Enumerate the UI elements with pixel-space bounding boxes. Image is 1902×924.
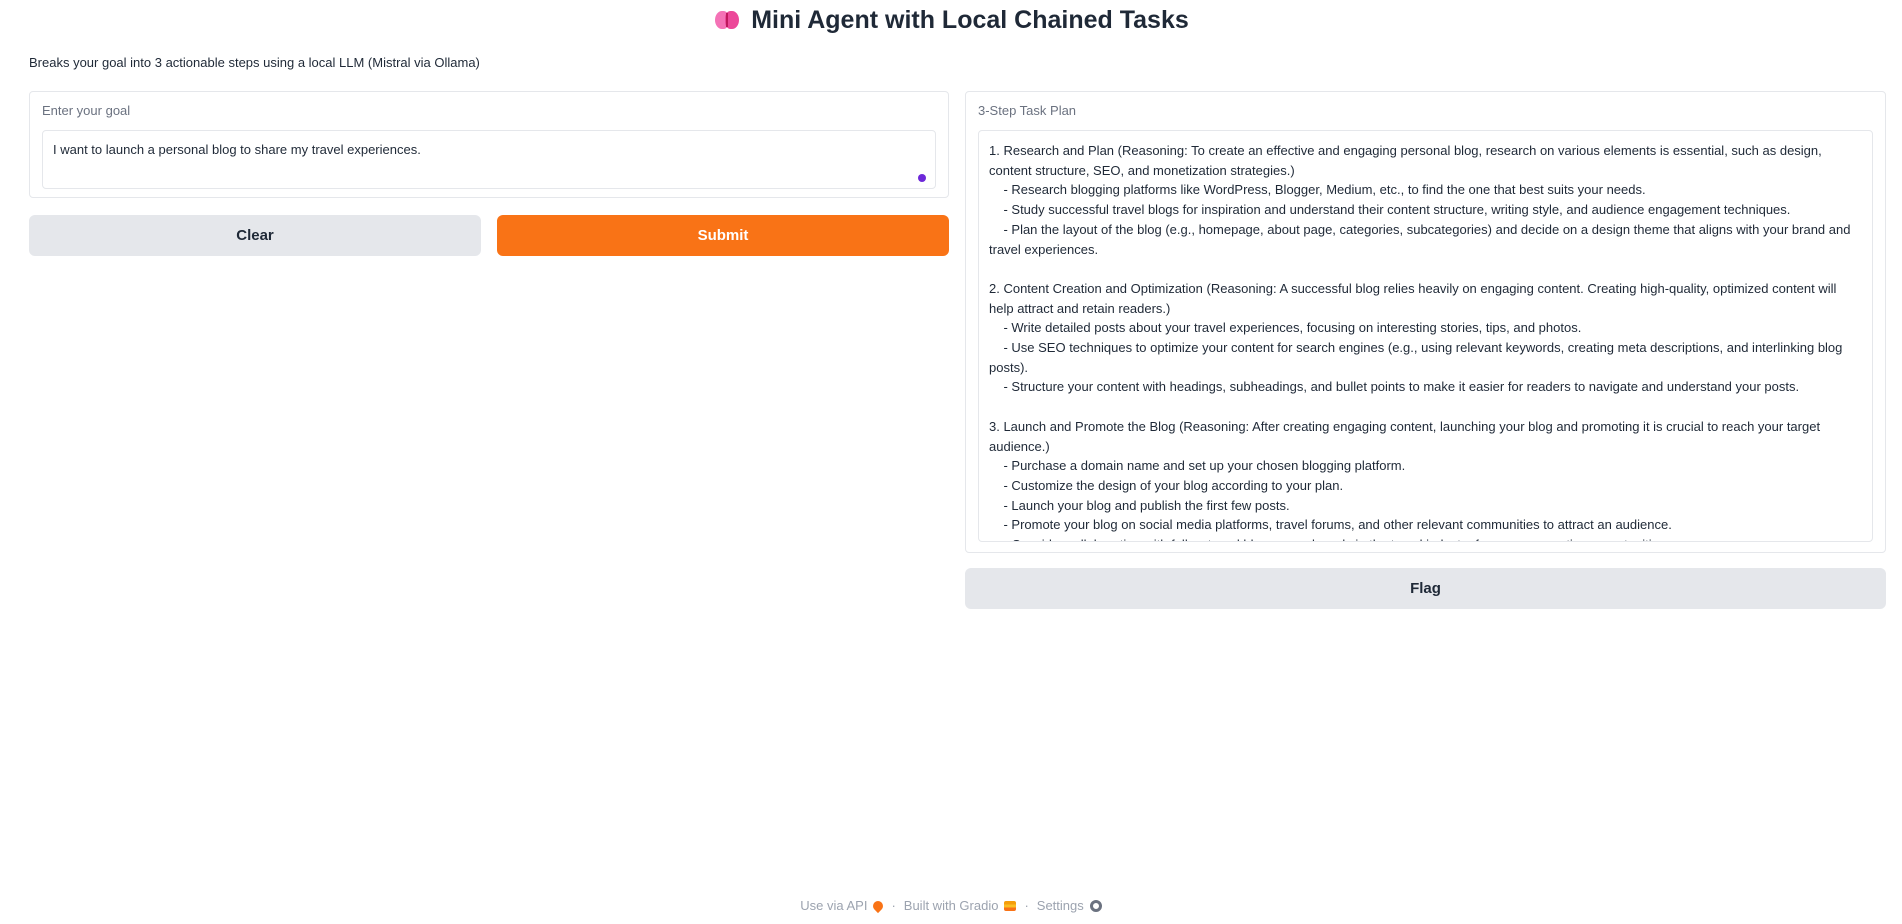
page-subtitle: Breaks your goal into 3 actionable steps… bbox=[29, 55, 480, 70]
page-header: Mini Agent with Local Chained Tasks bbox=[0, 0, 1902, 40]
submit-button[interactable]: Submit bbox=[497, 215, 949, 256]
plan-panel: 3-Step Task Plan 1. Research and Plan (R… bbox=[965, 91, 1886, 553]
built-with-gradio-label: Built with Gradio bbox=[903, 898, 999, 913]
use-via-api-label: Use via API bbox=[800, 898, 868, 913]
clear-button[interactable]: Clear bbox=[29, 215, 481, 256]
goal-panel: Enter your goal I want to launch a perso… bbox=[29, 91, 949, 198]
brain-icon bbox=[713, 8, 741, 32]
gradio-logo-icon bbox=[1004, 900, 1017, 911]
footer: Use via API · Built with Gradio · Settin… bbox=[0, 898, 1902, 913]
goal-input[interactable]: I want to launch a personal blog to shar… bbox=[42, 130, 936, 189]
flag-button[interactable]: Flag bbox=[965, 568, 1886, 609]
built-with-gradio-link[interactable]: Built with Gradio bbox=[904, 898, 1017, 913]
input-status-dot bbox=[918, 174, 926, 182]
rocket-icon bbox=[871, 898, 886, 913]
use-via-api-link[interactable]: Use via API bbox=[800, 898, 886, 913]
settings-link[interactable]: Settings bbox=[1037, 898, 1102, 913]
plan-output[interactable]: 1. Research and Plan (Reasoning: To crea… bbox=[978, 130, 1873, 542]
goal-label: Enter your goal bbox=[42, 103, 131, 118]
page-title: Mini Agent with Local Chained Tasks bbox=[751, 5, 1189, 34]
footer-separator: · bbox=[891, 898, 896, 913]
gear-icon bbox=[1089, 899, 1102, 912]
footer-separator: · bbox=[1024, 898, 1029, 913]
settings-label: Settings bbox=[1036, 898, 1084, 913]
plan-label: 3-Step Task Plan bbox=[978, 103, 1077, 118]
